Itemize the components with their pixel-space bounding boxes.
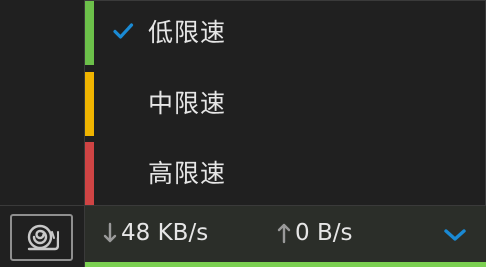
upload-speed-value: 0 B/s bbox=[295, 220, 353, 246]
status-bar: 48 KB/s 0 B/s bbox=[0, 205, 486, 267]
menu-item-medium-limit[interactable]: 中限速 bbox=[85, 72, 485, 136]
arrow-up-icon bbox=[277, 223, 291, 244]
high-limit-color-stripe bbox=[85, 142, 94, 206]
menu-item-label: 中限速 bbox=[148, 89, 227, 118]
menu-item-high-limit[interactable]: 高限速 bbox=[85, 142, 485, 206]
upload-speed: 0 B/s bbox=[277, 220, 352, 246]
menu-item-label: 高限速 bbox=[148, 159, 227, 188]
status-color-bar bbox=[85, 262, 486, 267]
speed-display[interactable]: 48 KB/s 0 B/s bbox=[84, 206, 486, 267]
low-limit-color-stripe bbox=[85, 1, 94, 65]
speed-limit-widget: 低限速 中限速 高限速 48 KB/s 0 B/s bbox=[0, 0, 486, 267]
download-speed-value: 48 KB/s bbox=[121, 220, 209, 246]
checkmark-icon bbox=[113, 23, 134, 39]
speed-limit-toggle-button[interactable] bbox=[10, 214, 73, 261]
speed-limit-menu: 低限速 中限速 高限速 bbox=[84, 0, 486, 206]
arrow-down-icon bbox=[103, 222, 117, 243]
chevron-down-icon[interactable] bbox=[443, 226, 467, 244]
download-speed: 48 KB/s bbox=[103, 220, 208, 246]
menu-item-low-limit[interactable]: 低限速 bbox=[85, 1, 485, 65]
menu-item-label: 低限速 bbox=[148, 18, 227, 47]
snail-icon bbox=[27, 224, 59, 251]
medium-limit-color-stripe bbox=[85, 72, 94, 136]
